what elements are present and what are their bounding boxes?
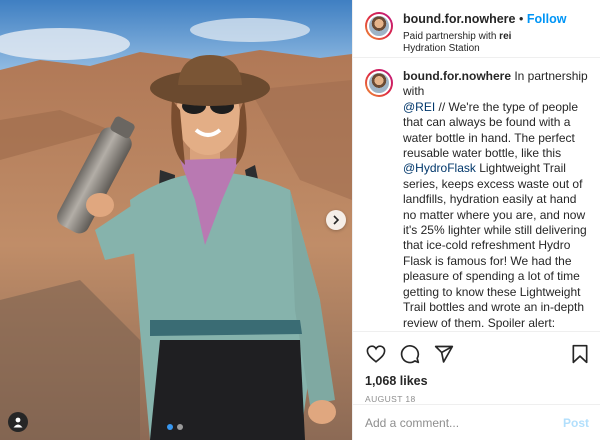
avatar-image <box>367 14 391 38</box>
comment-input[interactable] <box>365 415 563 430</box>
post-photo[interactable] <box>0 0 352 440</box>
separator-dot: • <box>518 12 524 26</box>
heart-icon <box>366 345 386 363</box>
tagged-users-button[interactable] <box>8 412 28 432</box>
partner-link[interactable]: rei <box>499 31 511 42</box>
caption-text-2: Lightweight Trail series, keeps excess w… <box>403 161 587 331</box>
post-header: bound.for.nowhere • Follow Paid partners… <box>353 0 600 58</box>
post-side-panel: bound.for.nowhere • Follow Paid partners… <box>352 0 600 440</box>
avatar[interactable] <box>365 69 393 97</box>
comment-button[interactable] <box>399 343 421 365</box>
paid-partnership-label: Paid partnership with rei <box>403 31 566 44</box>
avatar-image <box>367 71 391 95</box>
bookmark-icon <box>572 344 588 364</box>
mention-link-rei[interactable]: @REI <box>403 100 435 114</box>
share-button[interactable] <box>433 343 455 365</box>
carousel-indicator <box>167 424 183 430</box>
share-icon <box>434 345 454 363</box>
likes-count[interactable]: 1,068 likes <box>365 374 591 388</box>
carousel-dot-active <box>167 424 173 430</box>
mention-link-hydroflask[interactable]: @HydroFlask <box>403 161 476 175</box>
user-icon <box>13 417 23 427</box>
like-button[interactable] <box>365 343 387 365</box>
carousel-next-button[interactable] <box>326 210 346 230</box>
partnership-prefix: Paid partnership with <box>403 30 500 42</box>
location-link[interactable]: Hydration Station <box>403 43 566 56</box>
header-text: bound.for.nowhere • Follow Paid partners… <box>403 12 566 57</box>
post-date[interactable]: AUGUST 18 <box>365 394 591 404</box>
post-caption: bound.for.nowhere In partnership with @R… <box>403 69 591 331</box>
post-comment-button[interactable]: Post <box>563 416 589 430</box>
comments-area: bound.for.nowhere In partnership with @R… <box>353 59 600 331</box>
action-icons <box>365 340 591 368</box>
follow-button[interactable]: Follow <box>527 12 567 26</box>
carousel-dot <box>177 424 183 430</box>
avatar[interactable] <box>365 12 393 40</box>
comment-icon <box>400 345 420 364</box>
add-comment-bar: Post <box>353 404 600 440</box>
photo-scene <box>0 0 352 440</box>
username-link[interactable]: bound.for.nowhere <box>403 12 516 26</box>
instagram-post: bound.for.nowhere • Follow Paid partners… <box>0 0 600 440</box>
chevron-right-icon <box>333 215 340 225</box>
caption-username-link[interactable]: bound.for.nowhere <box>403 69 511 83</box>
action-bar: 1,068 likes AUGUST 18 <box>353 331 600 404</box>
save-button[interactable] <box>569 343 591 365</box>
